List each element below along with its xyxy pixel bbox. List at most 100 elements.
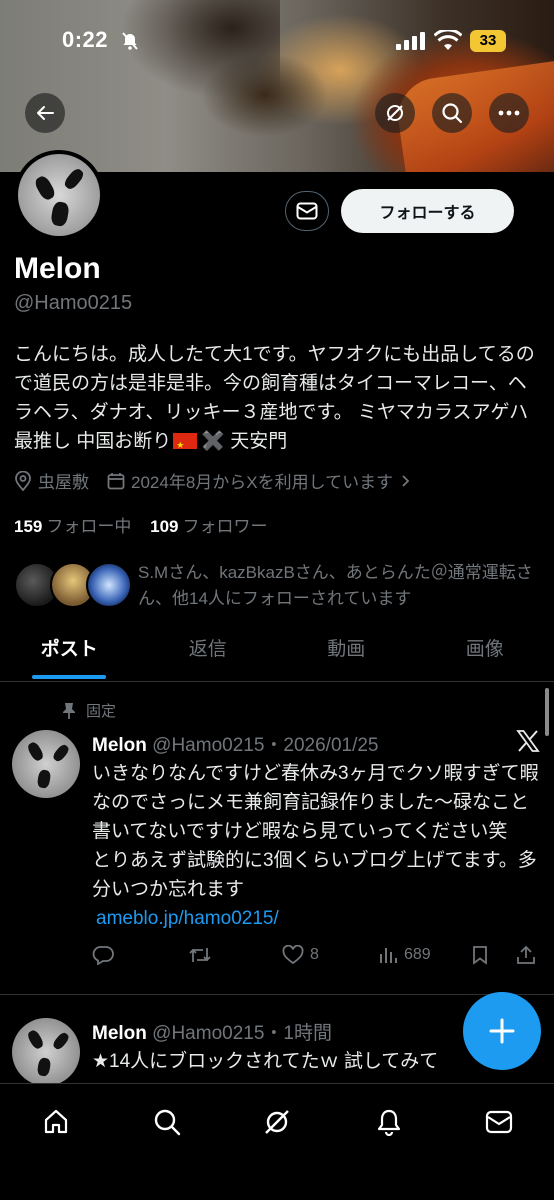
more-button[interactable] — [489, 93, 529, 133]
views-icon — [380, 948, 397, 963]
more-icon — [498, 110, 520, 116]
post-actions: 8 689 — [92, 940, 544, 970]
post-header: Melon @Hamo0215・1時間 — [92, 1018, 332, 1045]
like-button[interactable]: 8 — [282, 945, 319, 965]
pin-icon — [63, 702, 75, 719]
grok-icon — [265, 1110, 289, 1134]
back-arrow-icon — [37, 106, 54, 120]
battery-indicator: 33 — [470, 30, 506, 52]
nav-home[interactable] — [36, 1102, 76, 1142]
bio-tail: ✖️ 天安門 — [201, 431, 288, 452]
post-handle-time: @Hamo0215・2026/01/25 — [152, 735, 379, 756]
like-count: 8 — [310, 946, 319, 963]
china-flag-icon — [173, 431, 198, 460]
search-button[interactable] — [432, 93, 472, 133]
grok-button[interactable] — [375, 93, 415, 133]
pinned-text: 固定 — [86, 703, 117, 720]
compose-post-button[interactable] — [463, 992, 541, 1070]
like-icon — [282, 945, 304, 965]
followers-label: フォロワー — [182, 517, 268, 536]
following-link[interactable]: 159 フォロー中 — [14, 517, 131, 536]
post-avatar[interactable] — [12, 730, 80, 798]
search-icon — [154, 1109, 181, 1136]
beetle-figure — [36, 1057, 52, 1077]
mail-icon — [485, 1110, 513, 1134]
tab-replies[interactable]: 返信 — [139, 626, 278, 681]
beetle-figure — [25, 740, 46, 763]
nav-grok[interactable] — [257, 1102, 297, 1142]
followers-count: 109 — [150, 517, 179, 536]
tab-posts[interactable]: ポスト — [0, 626, 139, 681]
nav-notifications[interactable] — [369, 1102, 409, 1142]
post-author-name[interactable]: Melon — [92, 735, 147, 756]
chevron-right-icon — [402, 474, 410, 487]
following-count: 159 — [14, 517, 43, 536]
back-button[interactable] — [25, 93, 65, 133]
silent-bell-icon — [122, 32, 138, 50]
location-text: 虫屋敷 — [38, 473, 89, 492]
x-logo-icon — [516, 730, 540, 752]
status-bar: 0:22 33 — [0, 0, 554, 80]
bookmark-button[interactable] — [472, 945, 488, 965]
profile-handle: @Hamo0215 — [14, 292, 133, 314]
follow-counts: 159 フォロー中 109 フォロワー — [14, 512, 267, 537]
beetle-figure — [51, 742, 71, 764]
location-icon — [15, 470, 31, 491]
share-button[interactable] — [516, 945, 536, 965]
search-icon — [442, 103, 463, 124]
post-author-name[interactable]: Melon — [92, 1023, 147, 1044]
status-time: 0:22 — [62, 27, 109, 52]
avatar-image — [18, 154, 100, 236]
home-icon — [44, 1109, 68, 1134]
nav-search[interactable] — [147, 1102, 187, 1142]
post-handle-time: @Hamo0215・1時間 — [152, 1023, 332, 1044]
beetle-figure — [36, 769, 52, 789]
reply-button[interactable] — [92, 945, 114, 965]
following-label: フォロー中 — [46, 517, 132, 536]
followed-by-section[interactable]: S.Mさん、kazBkazBさん、あとらんた＠通常運転さん、他14人にフォローさ… — [14, 560, 544, 612]
grok-icon — [387, 105, 403, 121]
post-avatar[interactable] — [12, 1018, 80, 1086]
bookmark-icon — [473, 946, 487, 965]
message-button[interactable] — [285, 191, 329, 231]
profile-avatar[interactable] — [14, 150, 104, 240]
pinned-label: 固定 — [62, 700, 116, 721]
post-header: Melon @Hamo0215・2026/01/25 — [92, 730, 379, 757]
beetle-figure — [32, 174, 58, 202]
retweet-icon — [189, 948, 211, 962]
post-divider — [0, 994, 554, 995]
profile-bio: こんにちは。成人したて大1です。ヤフオクにも出品してるので道民の方は是非是非。今… — [14, 340, 542, 460]
profile-name: Melon — [14, 252, 101, 285]
views-button[interactable]: 689 — [378, 946, 431, 964]
retweet-button[interactable] — [188, 945, 212, 965]
share-icon — [517, 945, 535, 964]
post-text-content: いきなりなんですけど春休み3ヶ月でクソ暇すぎて暇なのでさっにメモ兼飼育記録作りま… — [92, 763, 539, 900]
tab-media[interactable]: 画像 — [416, 626, 554, 681]
beetle-figure — [50, 200, 70, 228]
notifications-icon — [377, 1109, 401, 1136]
views-count: 689 — [404, 946, 431, 963]
followers-link[interactable]: 109 フォロワー — [150, 517, 267, 536]
beetle-figure — [62, 166, 86, 192]
followed-by-text: S.Mさん、kazBkazBさん、あとらんた＠通常運転さん、他14人にフォローさ… — [138, 563, 533, 608]
reply-icon — [92, 946, 114, 965]
join-date-text: 2024年8月からXを利用しています — [131, 473, 394, 492]
cellular-signal-icon — [396, 32, 425, 50]
bottom-navigation — [0, 1083, 554, 1200]
join-date[interactable]: 2024年8月からXを利用しています — [107, 468, 416, 493]
beetle-figure — [25, 1028, 46, 1051]
scrollbar[interactable] — [545, 688, 549, 736]
profile-meta: 虫屋敷 2024年8月からXを利用しています — [14, 468, 434, 493]
follow-button[interactable]: フォローする — [341, 189, 514, 233]
mail-icon — [296, 202, 318, 220]
post-text: いきなりなんですけど春休み3ヶ月でクソ暇すぎて暇なのでさっにメモ兼飼育記録作りま… — [92, 759, 544, 933]
follower-avatar — [86, 562, 132, 608]
plus-icon — [489, 1018, 515, 1044]
nav-messages[interactable] — [479, 1102, 519, 1142]
location: 虫屋敷 — [14, 468, 89, 493]
wifi-icon — [434, 30, 462, 50]
post-link[interactable]: ameblo.jp/hamo0215/ — [96, 908, 279, 929]
calendar-icon — [107, 472, 125, 489]
tab-videos[interactable]: 動画 — [277, 626, 416, 681]
beetle-figure — [51, 1030, 71, 1052]
